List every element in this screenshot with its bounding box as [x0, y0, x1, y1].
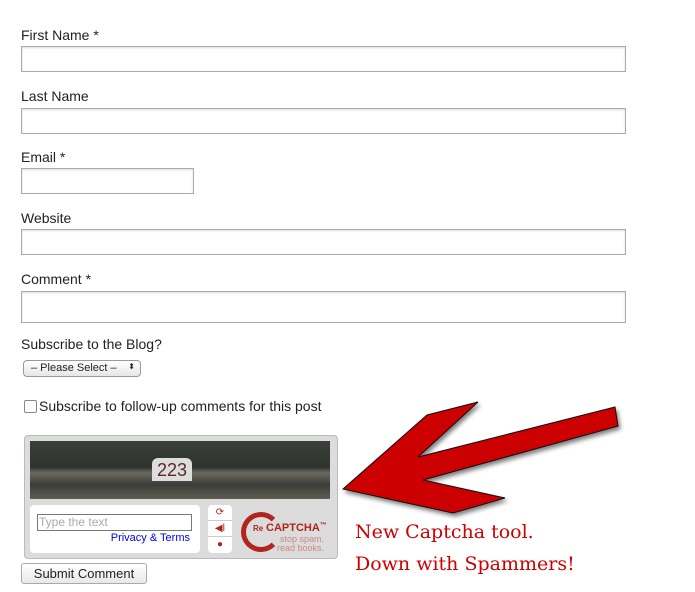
annotation-line-2: Down with Spammers! — [355, 553, 575, 575]
red-arrow-annotation — [341, 401, 619, 514]
arrow-shape — [341, 401, 619, 514]
annotation-line-1: New Captcha tool. — [355, 521, 534, 543]
